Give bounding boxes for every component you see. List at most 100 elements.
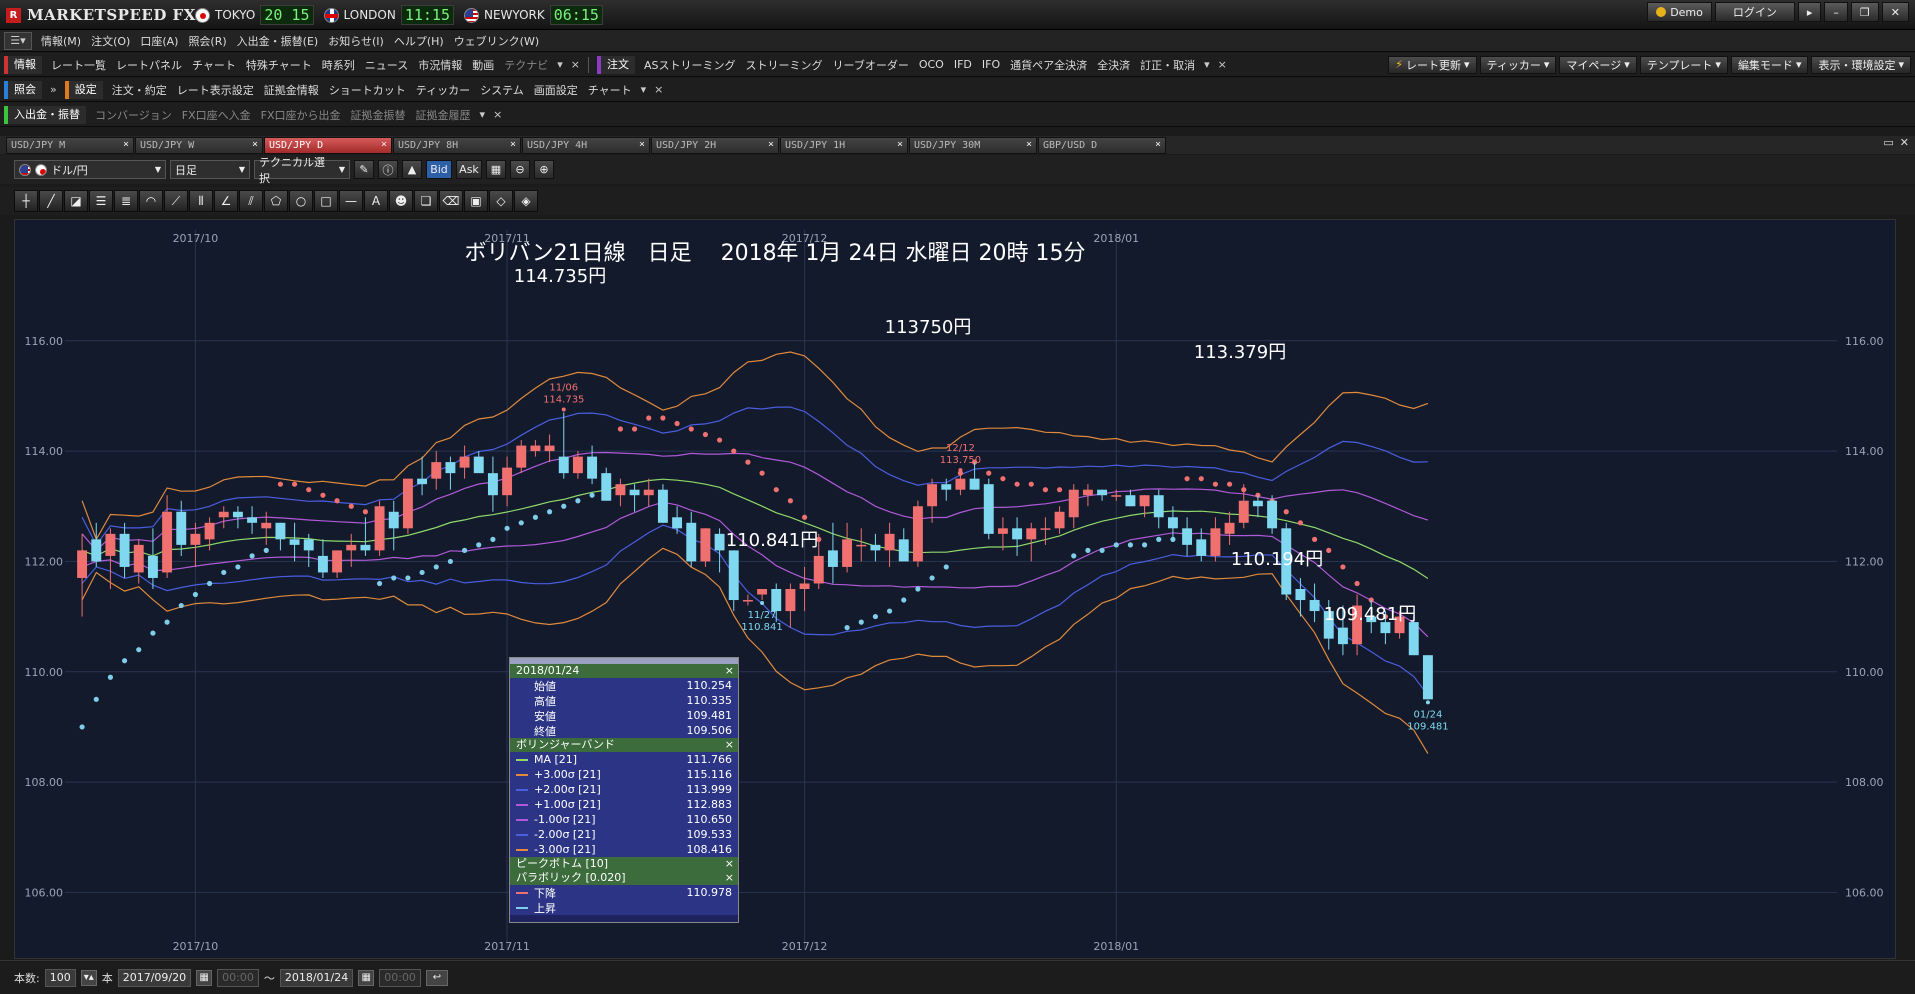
hline-icon[interactable]: —	[339, 190, 363, 212]
tool-news[interactable]: ニュース	[360, 57, 413, 73]
menu-info[interactable]: 情報(M)	[36, 33, 86, 49]
tab-close-icon[interactable]: ×	[768, 139, 774, 150]
close-icon[interactable]: ×	[725, 738, 734, 752]
tool-ticker[interactable]: ティッカー	[411, 82, 475, 98]
tool-special-chart[interactable]: 特殊チャート	[241, 57, 317, 73]
tool-margin-info[interactable]: 証拠金情報	[259, 82, 324, 98]
login-button[interactable]: ログイン	[1714, 2, 1795, 22]
collapse-icon[interactable]: »	[46, 83, 61, 96]
tab-8[interactable]: GBP/USD D ×	[1038, 137, 1166, 154]
tool-margin-history[interactable]: 証拠金履歴	[411, 107, 476, 123]
date-to-input[interactable]: 2018/01/24	[279, 968, 354, 987]
horizontal-lines-icon[interactable]: ☰	[89, 190, 113, 212]
pentagon-icon[interactable]: ⬠	[264, 190, 288, 212]
date-from-input[interactable]: 2017/09/20	[117, 968, 192, 987]
tool-ifo[interactable]: IFO	[977, 58, 1005, 71]
close-icon[interactable]: ×	[725, 871, 734, 885]
fibonacci-icon[interactable]: ≣	[114, 190, 138, 212]
close-button[interactable]: ✕	[1881, 2, 1909, 22]
eraser-all-icon[interactable]: ◈	[514, 190, 538, 212]
count-input[interactable]: 100	[44, 968, 76, 987]
tool-screen-settings[interactable]: 画面設定	[529, 82, 583, 98]
reload-icon[interactable]: ↩	[425, 969, 448, 986]
restore-button[interactable]: ❐	[1850, 2, 1879, 22]
bid-button[interactable]: Bid	[426, 160, 452, 179]
tab-close-icon[interactable]: ×	[381, 139, 387, 150]
currency-pair-select[interactable]: ドル/円 ▼	[14, 160, 166, 179]
rate-update-button[interactable]: ⚡ レート更新 ▾	[1388, 55, 1477, 74]
tab-4[interactable]: USD/JPY 4H ×	[522, 137, 650, 154]
tool-conversion[interactable]: コンバージョン	[90, 107, 177, 123]
menu-notice[interactable]: お知らせ(I)	[323, 33, 389, 49]
text-icon[interactable]: A	[364, 190, 388, 212]
tool-modify-cancel[interactable]: 訂正・取消	[1135, 57, 1200, 73]
angle-icon[interactable]: ∠	[214, 190, 238, 212]
maximize-icon[interactable]: ▭	[1883, 136, 1893, 149]
demo-button[interactable]: Demo	[1647, 2, 1712, 22]
zoom-out-icon[interactable]: ⊖	[510, 160, 530, 179]
crosshair-icon[interactable]: ┼	[14, 190, 38, 212]
tool-fx-withdraw[interactable]: FX口座から出金	[256, 107, 346, 123]
template-button[interactable]: テンプレート ▾	[1639, 55, 1728, 74]
tool-oco[interactable]: OCO	[914, 58, 949, 71]
dropdown-arrow-icon[interactable]: ▾	[637, 83, 651, 96]
tool-fx-deposit[interactable]: FX口座へ入金	[177, 107, 256, 123]
tool-rate-display-settings[interactable]: レート表示設定	[172, 82, 259, 98]
menu-account[interactable]: 口座(A)	[135, 33, 183, 49]
eraser-icon[interactable]: ◇	[489, 190, 513, 212]
tool-chart[interactable]: チャート	[187, 57, 241, 73]
close-group-icon[interactable]: ×	[650, 83, 667, 96]
menu-help[interactable]: ヘルプ(H)	[389, 33, 449, 49]
tab-close-icon[interactable]: ×	[897, 139, 903, 150]
vertical-lines-icon[interactable]: ⦀	[189, 190, 213, 212]
tab-close-icon[interactable]: ×	[510, 139, 516, 150]
menu-deposit[interactable]: 入出金・振替(E)	[232, 33, 324, 49]
close-icon[interactable]: ×	[725, 664, 734, 678]
tab-close-icon[interactable]: ×	[639, 139, 645, 150]
tab-1[interactable]: USD/JPY W ×	[135, 137, 263, 154]
tool-pair-settle[interactable]: 通貨ペア全決済	[1005, 57, 1092, 73]
tab-close-icon[interactable]: ×	[252, 139, 258, 150]
tool-streaming[interactable]: ストリーミング	[741, 57, 828, 73]
tool-leave-order[interactable]: リーブオーダー	[828, 57, 914, 73]
dropdown-arrow-icon[interactable]: ▾	[1200, 58, 1214, 71]
tab-3[interactable]: USD/JPY 8H ×	[393, 137, 521, 154]
tool-order-exec[interactable]: 注文・約定	[107, 82, 172, 98]
circle-icon[interactable]: ○	[289, 190, 313, 212]
calendar-icon[interactable]: ▦	[196, 969, 213, 986]
tab-close-icon[interactable]: ×	[1026, 139, 1032, 150]
expand-arrow-button[interactable]: ▸	[1797, 2, 1822, 22]
tool-technavi[interactable]: テクナビ	[499, 57, 553, 73]
edit-mode-button[interactable]: 編集モード ▾	[1730, 55, 1809, 74]
tool-time-series[interactable]: 時系列	[317, 57, 360, 73]
arc-icon[interactable]: ◠	[139, 190, 163, 212]
ticker-button[interactable]: ティッカー ▾	[1479, 55, 1557, 74]
period-select[interactable]: 日足 ▼	[170, 160, 250, 179]
hamburger-menu-icon[interactable]: ☰▾	[4, 31, 32, 50]
layer-icon[interactable]: ▣	[464, 190, 488, 212]
close-group-icon[interactable]: ×	[489, 108, 506, 121]
tab-close-icon[interactable]: ×	[123, 139, 129, 150]
tool-rate-list[interactable]: レート一覧	[46, 57, 111, 73]
stamp-icon[interactable]: ☻	[389, 190, 413, 212]
count-stepper-icon[interactable]: ▾▴	[80, 969, 97, 986]
tool-as-streaming[interactable]: ASストリーミング	[639, 57, 741, 73]
channel-icon[interactable]: ⫽	[239, 190, 263, 212]
dropdown-arrow-icon[interactable]: ▾	[553, 58, 567, 71]
time-from-input[interactable]: 00:00	[217, 968, 259, 987]
tool-all-settle[interactable]: 全決済	[1092, 57, 1135, 73]
menu-inquiry[interactable]: 照会(R)	[183, 33, 231, 49]
mypage-button[interactable]: マイページ ▾	[1559, 55, 1637, 74]
close-icon[interactable]: ×	[725, 857, 734, 871]
time-to-input[interactable]: 00:00	[379, 968, 421, 987]
tool-shortcut[interactable]: ショートカット	[324, 82, 411, 98]
ask-button[interactable]: Ask	[456, 160, 482, 179]
ruler-icon[interactable]: ◪	[64, 190, 88, 212]
close-group-icon[interactable]: ×	[567, 58, 584, 71]
dropdown-arrow-icon[interactable]: ▾	[476, 108, 490, 121]
tab-2[interactable]: USD/JPY D ×	[264, 137, 392, 154]
tool-ifd[interactable]: IFD	[949, 58, 977, 71]
tool-system[interactable]: システム	[475, 82, 529, 98]
technical-select[interactable]: テクニカル選択 ▼	[254, 156, 350, 185]
zoom-in-icon[interactable]: ⊕	[534, 160, 554, 179]
